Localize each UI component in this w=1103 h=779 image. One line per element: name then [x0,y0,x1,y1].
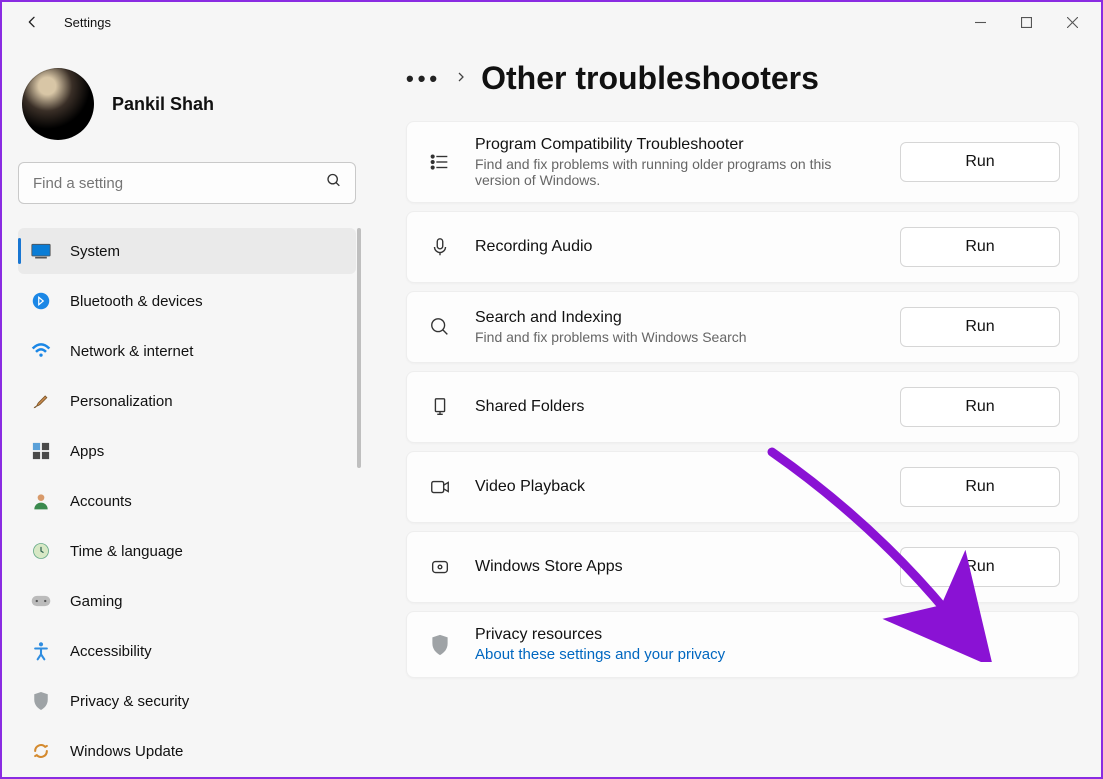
sidebar-item-personalization[interactable]: Personalization [18,378,356,424]
sidebar-item-label: Gaming [70,593,123,610]
body: Pankil Shah System Bluetooth & devices [2,42,1101,777]
privacy-title: Privacy resources [475,626,1060,644]
store-icon [425,556,455,578]
troubleshooter-recording-audio: Recording Audio Run [406,211,1079,283]
troubleshooter-subtitle: Find and fix problems with Windows Searc… [475,329,880,345]
run-button[interactable]: Run [900,227,1060,267]
search-icon [326,173,342,194]
troubleshooter-title: Program Compatibility Troubleshooter [475,136,880,154]
maximize-button[interactable] [1003,6,1049,38]
clock-icon [30,541,52,561]
sidebar-item-windows-update[interactable]: Windows Update [18,728,356,774]
bluetooth-icon [30,291,52,311]
folder-share-icon [425,396,455,418]
troubleshooter-title: Video Playback [475,478,880,496]
apps-icon [30,442,52,460]
accounts-icon [30,491,52,511]
sidebar: Pankil Shah System Bluetooth & devices [2,42,372,777]
run-button[interactable]: Run [900,307,1060,347]
video-icon [425,476,455,498]
sidebar-item-label: Time & language [70,543,183,560]
troubleshooter-list: Program Compatibility Troubleshooter Fin… [406,121,1079,678]
troubleshooter-program-compatibility: Program Compatibility Troubleshooter Fin… [406,121,1079,203]
search-wrap [18,162,356,204]
nav: System Bluetooth & devices Network & int… [18,228,356,774]
troubleshooter-title: Shared Folders [475,398,880,416]
sidebar-item-time-language[interactable]: Time & language [18,528,356,574]
sidebar-item-label: Network & internet [70,343,193,360]
page-header: ••• Other troubleshooters [406,60,1079,97]
run-button[interactable]: Run [900,547,1060,587]
sidebar-item-gaming[interactable]: Gaming [18,578,356,624]
run-button[interactable]: Run [900,387,1060,427]
accessibility-icon [30,641,52,661]
run-button[interactable]: Run [900,467,1060,507]
sidebar-item-accounts[interactable]: Accounts [18,478,356,524]
sidebar-item-label: Personalization [70,393,173,410]
settings-window: Settings Pankil Shah System [0,0,1103,779]
troubleshooter-title: Recording Audio [475,238,880,256]
sidebar-item-accessibility[interactable]: Accessibility [18,628,356,674]
shield-icon [30,691,52,711]
window-title: Settings [64,15,111,30]
sidebar-item-network[interactable]: Network & internet [18,328,356,374]
search-icon [425,316,455,338]
chevron-right-icon [455,70,467,88]
gaming-icon [30,593,52,609]
sidebar-item-label: Bluetooth & devices [70,293,203,310]
run-button[interactable]: Run [900,142,1060,182]
troubleshooter-title: Search and Indexing [475,309,880,327]
sidebar-item-bluetooth[interactable]: Bluetooth & devices [18,278,356,324]
sidebar-item-label: Privacy & security [70,693,189,710]
troubleshooter-title: Windows Store Apps [475,558,880,576]
troubleshooter-shared-folders: Shared Folders Run [406,371,1079,443]
close-button[interactable] [1049,6,1095,38]
shield-icon [425,634,455,656]
troubleshooter-search-indexing: Search and Indexing Find and fix problem… [406,291,1079,363]
troubleshooter-windows-store-apps: Windows Store Apps Run [406,531,1079,603]
profile-block[interactable]: Pankil Shah [18,60,356,162]
sidebar-item-label: Accessibility [70,643,152,660]
troubleshooter-video-playback: Video Playback Run [406,451,1079,523]
brush-icon [30,391,52,411]
wifi-icon [30,343,52,359]
sidebar-item-label: Apps [70,443,104,460]
avatar [22,68,94,140]
sidebar-item-label: System [70,243,120,260]
sidebar-item-system[interactable]: System [18,228,356,274]
main-content: ••• Other troubleshooters Program Compat… [372,42,1101,777]
system-icon [30,243,52,259]
list-icon [425,151,455,173]
breadcrumb-overflow[interactable]: ••• [406,66,441,92]
window-controls [957,6,1095,38]
troubleshooter-subtitle: Find and fix problems with running older… [475,156,880,188]
search-input[interactable] [18,162,356,204]
sidebar-item-label: Accounts [70,493,132,510]
back-button[interactable] [18,8,46,36]
sidebar-item-privacy[interactable]: Privacy & security [18,678,356,724]
sidebar-item-label: Windows Update [70,743,183,760]
privacy-link[interactable]: About these settings and your privacy [475,646,1060,663]
privacy-resources-card: Privacy resources About these settings a… [406,611,1079,678]
minimize-button[interactable] [957,6,1003,38]
mic-icon [425,236,455,258]
sidebar-item-apps[interactable]: Apps [18,428,356,474]
titlebar: Settings [2,2,1101,42]
profile-name: Pankil Shah [112,94,214,115]
page-title: Other troubleshooters [481,60,819,97]
update-icon [30,741,52,761]
